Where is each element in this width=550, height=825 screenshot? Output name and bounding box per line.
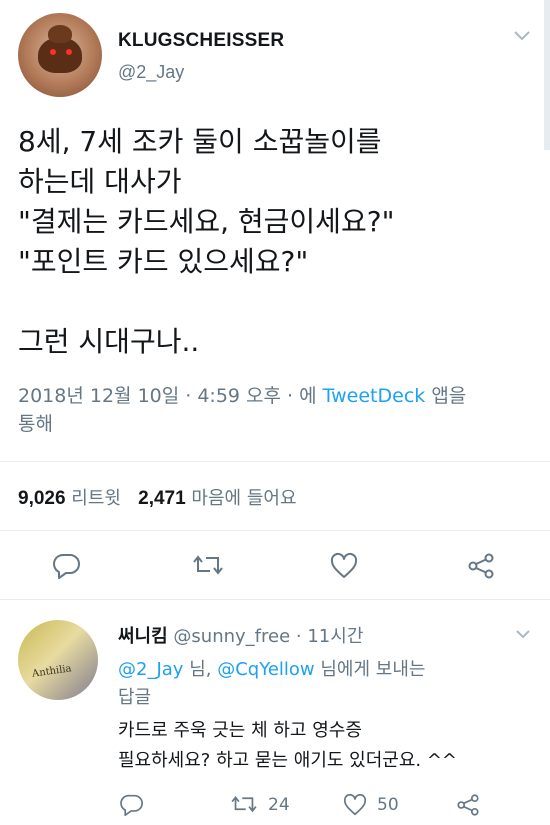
tweet-line: 8세, 7세 조카 둘이 소꿉놀이를 bbox=[18, 125, 382, 158]
mention-link[interactable]: @CqYellow bbox=[217, 659, 314, 680]
reply-retweet-count: 24 bbox=[268, 795, 290, 815]
avatar-eye-right bbox=[66, 49, 72, 55]
reply-header: 써니킴 @sunny_free · 11시간 bbox=[118, 622, 363, 648]
reply-retweet-action[interactable]: 24 bbox=[230, 794, 290, 816]
tweet-line: 그런 시대구나.. bbox=[18, 325, 200, 358]
author-handle[interactable]: @2_Jay bbox=[118, 62, 184, 83]
author-avatar[interactable] bbox=[18, 13, 102, 97]
like-count: 2,471 bbox=[138, 488, 186, 509]
tweet-line: 하는데 대사가 bbox=[18, 165, 182, 198]
retweet-label: 리트윗 bbox=[71, 488, 121, 509]
mention-link[interactable]: @2_Jay bbox=[118, 659, 183, 680]
author-display-name[interactable]: KLUGSCHEISSER bbox=[118, 30, 284, 52]
reply-handle[interactable]: @sunny_free bbox=[173, 626, 290, 647]
retweet-icon[interactable] bbox=[192, 553, 224, 579]
source-suffix: 앱을 bbox=[431, 385, 467, 407]
chevron-down-icon[interactable] bbox=[512, 28, 532, 42]
tweet-spacer bbox=[18, 282, 538, 322]
reply-line: 카드로 주욱 긋는 체 하고 영수증 bbox=[118, 720, 362, 741]
poop-emoji-icon bbox=[38, 25, 82, 73]
divider bbox=[0, 530, 550, 531]
source-suffix-2: 통해 bbox=[18, 413, 53, 435]
avatar-eye-left bbox=[50, 49, 56, 55]
divider bbox=[0, 461, 550, 462]
reply-avatar[interactable]: Anthilia bbox=[18, 620, 98, 700]
tweet-line: "결제는 카드세요, 현금이세요?" bbox=[18, 205, 395, 238]
retweet-icon bbox=[231, 796, 257, 813]
replying-to-text: 님, bbox=[189, 659, 212, 680]
reply-icon[interactable] bbox=[120, 794, 144, 816]
reply-like-action[interactable]: 50 bbox=[343, 794, 399, 816]
like-label: 마음에 들어요 bbox=[191, 488, 297, 509]
tweet-line: "포인트 카드 있으세요?" bbox=[18, 245, 309, 278]
tweet-timestamp[interactable]: 2018년 12월 10일 · 4:59 오후 · 에 bbox=[18, 385, 317, 407]
tweet-body: 8세, 7세 조카 둘이 소꿉놀이를 하는데 대사가 "결제는 카드세요, 현금… bbox=[18, 122, 538, 362]
reply-time[interactable]: · 11시간 bbox=[296, 626, 363, 647]
like-heart-icon[interactable] bbox=[330, 553, 358, 579]
reply-like-count: 50 bbox=[377, 795, 399, 815]
reply-display-name[interactable]: 써니킴 bbox=[118, 626, 168, 647]
replying-to-text: 님에게 보내는 bbox=[320, 659, 426, 680]
share-icon[interactable] bbox=[456, 794, 480, 816]
chevron-down-icon[interactable] bbox=[514, 628, 532, 640]
retweet-stat[interactable]: 9,026 리트윗 bbox=[18, 488, 121, 509]
like-stat[interactable]: 2,471 마음에 들어요 bbox=[138, 488, 296, 509]
reply-body: 카드로 주욱 긋는 체 하고 영수증 필요하세요? 하고 묻는 애기도 있더군요… bbox=[118, 716, 538, 776]
reply-icon[interactable] bbox=[53, 553, 81, 579]
share-icon[interactable] bbox=[467, 553, 495, 579]
replying-to: @2_Jay 님, @CqYellow 님에게 보내는 답글 bbox=[118, 656, 518, 712]
source-link[interactable]: TweetDeck bbox=[323, 385, 426, 407]
retweet-count: 9,026 bbox=[18, 488, 66, 509]
reply-line: 필요하세요? 하고 묻는 애기도 있더군요. ^^ bbox=[118, 750, 458, 771]
engagement-counts: 9,026 리트윗 2,471 마음에 들어요 bbox=[18, 484, 297, 510]
tweet-meta: 2018년 12월 10일 · 4:59 오후 · 에 TweetDeck 앱을… bbox=[18, 382, 528, 438]
reply-avatar-text: Anthilia bbox=[31, 663, 73, 680]
main-tweet: KLUGSCHEISSER @2_Jay 8세, 7세 조카 둘이 소꿉놀이를 … bbox=[0, 0, 550, 601]
like-heart-icon bbox=[343, 794, 367, 816]
replying-to-text: 답글 bbox=[118, 687, 152, 708]
